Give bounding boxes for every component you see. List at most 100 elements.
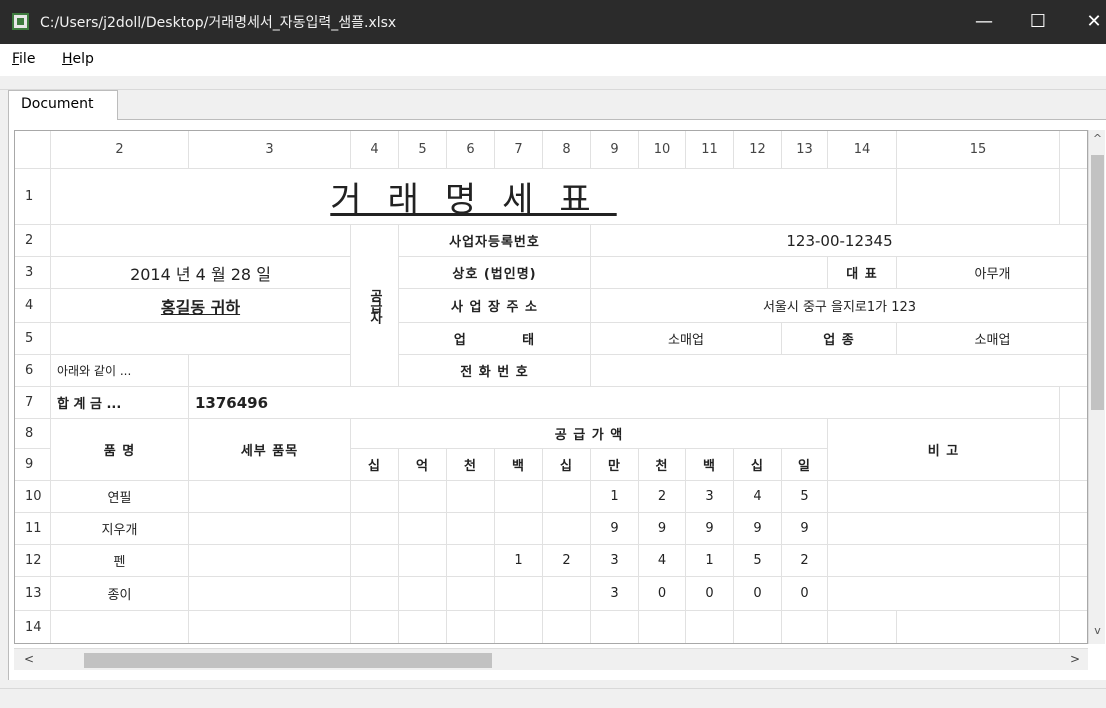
digit-cell[interactable] bbox=[543, 577, 591, 611]
cell[interactable] bbox=[686, 611, 734, 643]
menu-help[interactable]: Help bbox=[62, 51, 94, 67]
cell[interactable] bbox=[639, 611, 686, 643]
digit-cell[interactable]: 3 bbox=[591, 577, 639, 611]
row-header[interactable]: 4 bbox=[15, 289, 51, 323]
supply-amount-header[interactable]: 공 급 가 액 bbox=[351, 419, 828, 449]
column-header[interactable]: 14 bbox=[828, 131, 897, 169]
cell[interactable] bbox=[897, 611, 1060, 643]
digit-cell[interactable]: 2 bbox=[543, 545, 591, 577]
row-header[interactable]: 7 bbox=[15, 387, 51, 419]
spreadsheet-grid[interactable]: 2 3 4 5 6 7 8 9 10 11 12 13 14 15 1 2 3 4 5 6 7 8 9 10 11 12 13 14 거… bbox=[14, 130, 1088, 644]
row-header[interactable]: 2 bbox=[15, 225, 51, 257]
item-name[interactable]: 지우개 bbox=[51, 513, 189, 545]
cell[interactable] bbox=[897, 169, 1060, 225]
digit-cell[interactable] bbox=[351, 481, 399, 513]
cell[interactable] bbox=[495, 611, 543, 643]
biztype-value[interactable]: 소매업 bbox=[591, 323, 782, 355]
row-header[interactable]: 3 bbox=[15, 257, 51, 289]
column-header[interactable]: 3 bbox=[189, 131, 351, 169]
digit-cell[interactable]: 5 bbox=[782, 481, 828, 513]
item-detail[interactable] bbox=[189, 545, 351, 577]
digit-cell[interactable]: 4 bbox=[639, 545, 686, 577]
item-detail[interactable] bbox=[189, 577, 351, 611]
cell[interactable] bbox=[1060, 419, 1087, 481]
item-name[interactable]: 종이 bbox=[51, 577, 189, 611]
digit-cell[interactable]: 9 bbox=[734, 513, 782, 545]
unit-header[interactable]: 만 bbox=[591, 449, 639, 481]
item-remarks[interactable] bbox=[828, 481, 1060, 513]
row-header[interactable]: 11 bbox=[15, 513, 51, 545]
digit-cell[interactable]: 3 bbox=[686, 481, 734, 513]
cell[interactable] bbox=[1060, 169, 1087, 225]
column-header[interactable]: 8 bbox=[543, 131, 591, 169]
menu-file[interactable]: File bbox=[12, 51, 35, 67]
cell[interactable] bbox=[51, 225, 351, 257]
close-button[interactable]: ✕ bbox=[1066, 0, 1106, 44]
cell[interactable] bbox=[1060, 481, 1087, 513]
digit-cell[interactable]: 9 bbox=[782, 513, 828, 545]
digit-cell[interactable] bbox=[351, 513, 399, 545]
column-header[interactable]: 10 bbox=[639, 131, 686, 169]
note-cell[interactable]: 아래와 같이 ... bbox=[51, 355, 189, 387]
phone-value[interactable] bbox=[591, 355, 1087, 387]
column-header[interactable]: 2 bbox=[51, 131, 189, 169]
document-title[interactable]: 거래명세표 bbox=[51, 169, 897, 225]
cell[interactable] bbox=[189, 611, 351, 643]
digit-cell[interactable] bbox=[543, 513, 591, 545]
reg-no-label[interactable]: 사업자등록번호 bbox=[399, 225, 591, 257]
phone-label[interactable]: 전 화 번 호 bbox=[399, 355, 591, 387]
item-detail[interactable] bbox=[189, 513, 351, 545]
total-value-cell[interactable]: 1376496 bbox=[189, 387, 1060, 419]
digit-cell[interactable]: 4 bbox=[734, 481, 782, 513]
digit-cell[interactable]: 0 bbox=[782, 577, 828, 611]
column-header[interactable]: 6 bbox=[447, 131, 495, 169]
unit-header[interactable]: 십 bbox=[351, 449, 399, 481]
unit-header[interactable]: 백 bbox=[495, 449, 543, 481]
column-header[interactable]: 15 bbox=[897, 131, 1060, 169]
digit-cell[interactable]: 0 bbox=[734, 577, 782, 611]
rep-label[interactable]: 대 표 bbox=[828, 257, 897, 289]
cell[interactable] bbox=[1060, 611, 1087, 643]
item-name-header[interactable]: 품 명 bbox=[51, 419, 189, 481]
item-remarks[interactable] bbox=[828, 545, 1060, 577]
scroll-down-icon[interactable]: v bbox=[1089, 624, 1106, 642]
date-cell[interactable]: 2014 년 4 월 28 일 bbox=[51, 257, 351, 289]
tab-document[interactable]: Document bbox=[8, 90, 118, 120]
supplier-label[interactable]: 공급자 bbox=[351, 225, 399, 387]
scroll-up-icon[interactable]: ^ bbox=[1089, 132, 1106, 150]
digit-cell[interactable]: 0 bbox=[686, 577, 734, 611]
digit-cell[interactable] bbox=[495, 513, 543, 545]
cell[interactable] bbox=[1060, 513, 1087, 545]
digit-cell[interactable]: 9 bbox=[591, 513, 639, 545]
unit-header[interactable]: 천 bbox=[447, 449, 495, 481]
address-value[interactable]: 서울시 중구 을지로1가 123 bbox=[591, 289, 1087, 323]
address-label[interactable]: 사 업 장 주 소 bbox=[399, 289, 591, 323]
row-header[interactable]: 14 bbox=[15, 611, 51, 643]
column-header[interactable]: 7 bbox=[495, 131, 543, 169]
row-header[interactable]: 12 bbox=[15, 545, 51, 577]
cell[interactable] bbox=[1060, 577, 1087, 611]
digit-cell[interactable] bbox=[543, 481, 591, 513]
digit-cell[interactable] bbox=[399, 545, 447, 577]
cell[interactable] bbox=[51, 323, 351, 355]
unit-header[interactable]: 백 bbox=[686, 449, 734, 481]
column-header[interactable]: 5 bbox=[399, 131, 447, 169]
digit-cell[interactable] bbox=[351, 545, 399, 577]
item-remarks[interactable] bbox=[828, 577, 1060, 611]
total-label-cell[interactable]: 합 계 금 ... bbox=[51, 387, 189, 419]
reg-no-value[interactable]: 123-00-12345 bbox=[591, 225, 1087, 257]
row-header[interactable]: 5 bbox=[15, 323, 51, 355]
remarks-header[interactable]: 비 고 bbox=[828, 419, 1060, 481]
digit-cell[interactable] bbox=[447, 513, 495, 545]
cell[interactable] bbox=[543, 611, 591, 643]
digit-cell[interactable] bbox=[495, 577, 543, 611]
scroll-right-icon[interactable]: > bbox=[1066, 652, 1084, 668]
cell[interactable] bbox=[189, 355, 351, 387]
vertical-scroll-thumb[interactable] bbox=[1091, 155, 1104, 410]
cell[interactable] bbox=[1060, 545, 1087, 577]
scroll-left-icon[interactable]: < bbox=[20, 652, 38, 668]
row-header[interactable]: 8 bbox=[15, 419, 51, 449]
detail-header[interactable]: 세부 품목 bbox=[189, 419, 351, 481]
cell[interactable] bbox=[1060, 387, 1087, 419]
horizontal-scrollbar[interactable]: < > bbox=[14, 648, 1088, 670]
